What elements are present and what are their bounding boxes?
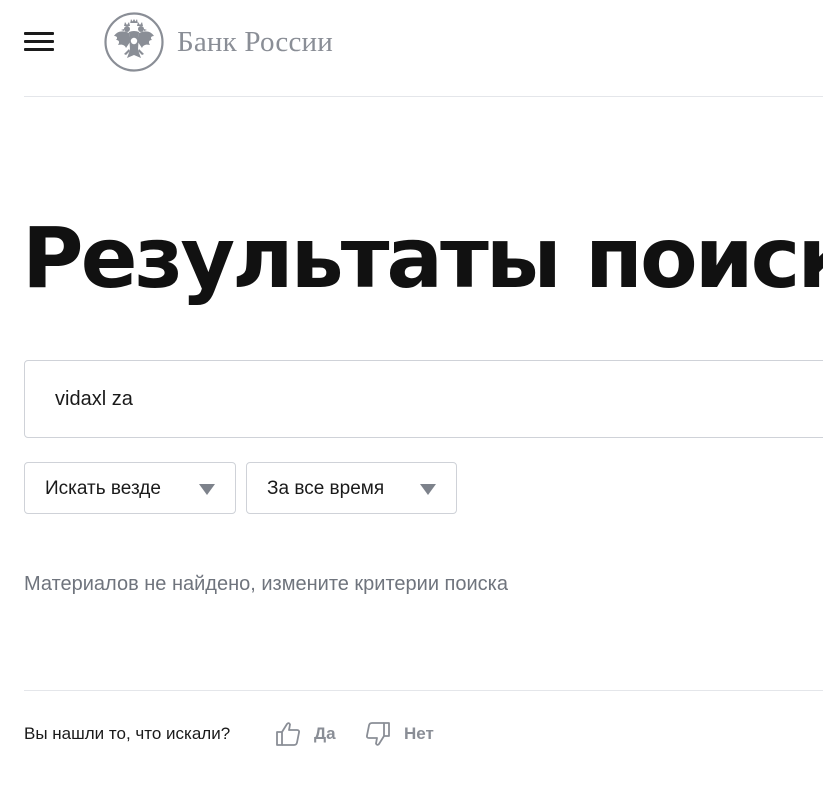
feedback-question: Вы нашли то, что искали? — [24, 724, 231, 743]
feedback-divider — [24, 690, 823, 691]
filter-search-scope-dropdown[interactable]: Искать везде — [24, 462, 236, 514]
search-box — [24, 360, 823, 438]
triangle-down-icon — [420, 484, 436, 495]
page-title: Результаты поиска — [22, 209, 823, 307]
feedback-no-button[interactable]: Нет — [364, 717, 434, 751]
site-header: Банк России — [0, 0, 823, 96]
filter-search-scope-label: Искать везде — [45, 478, 161, 499]
feedback-no-label: Нет — [404, 724, 434, 743]
feedback-yes-label: Да — [314, 724, 336, 743]
filter-time-period-label: За все время — [267, 478, 385, 499]
feedback-yes-button[interactable]: Да — [274, 717, 336, 751]
bank-logo[interactable]: Банк России — [104, 12, 333, 72]
thumbs-down-icon — [366, 722, 390, 746]
thumbs-up-icon — [276, 722, 300, 746]
double-headed-eagle-icon — [104, 12, 164, 72]
filter-time-period-dropdown[interactable]: За все время — [246, 462, 457, 514]
empty-results-message: Материалов не найдено, измените критерии… — [24, 573, 508, 595]
header-divider — [24, 96, 823, 97]
page: Банк России Результаты поиска Искать вез… — [0, 0, 823, 807]
hamburger-menu-icon[interactable] — [24, 29, 56, 55]
triangle-down-icon — [199, 484, 215, 495]
search-input[interactable] — [55, 361, 815, 437]
logo-text: Банк России — [177, 25, 333, 58]
